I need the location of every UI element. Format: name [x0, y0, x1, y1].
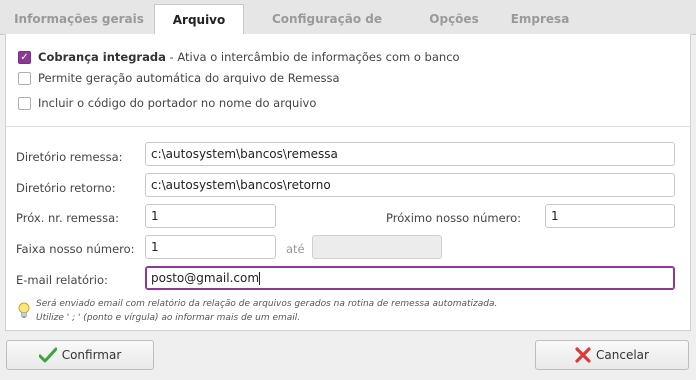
confirm-button[interactable]: Confirmar	[6, 340, 154, 370]
checkbox-checked-icon[interactable]: ✓	[18, 50, 31, 64]
text-cursor	[259, 272, 261, 285]
cobranca-label: - Ativa o intercâmbio de informações com…	[165, 50, 460, 64]
cancel-button[interactable]: Cancelar	[535, 340, 689, 370]
prox-nosso-numero-label: Próximo nosso número:	[386, 211, 522, 225]
cancel-label: Cancelar	[596, 348, 649, 362]
tab-opcoes[interactable]: Opções	[418, 4, 490, 34]
faixa-inicio-input[interactable]: 1	[145, 235, 276, 259]
close-icon	[575, 347, 591, 363]
tab-arquivo[interactable]: Arquivo	[154, 4, 244, 36]
tab-informacoes-gerais[interactable]: Informações gerais	[8, 4, 150, 34]
confirm-label: Confirmar	[61, 348, 122, 362]
ate-label: até	[286, 242, 305, 256]
hint-line-2: Utilize ' ; ' (ponto e vírgula) ao infor…	[36, 313, 301, 323]
email-label: E-mail relatório:	[16, 273, 108, 287]
lightbulb-icon	[18, 302, 30, 323]
portador-label: Incluir o código do portador no nome do …	[38, 96, 317, 110]
remessa-auto-label: Permite geração automática do arquivo de…	[38, 71, 340, 85]
tab-empresa[interactable]: Empresa	[500, 4, 580, 34]
dir-remessa-label: Diretório remessa:	[16, 150, 123, 164]
tab-bar: Informações gerais Arquivo Configuração …	[0, 0, 696, 56]
prox-nosso-numero-input[interactable]: 1	[545, 204, 675, 228]
faixa-label: Faixa nosso número:	[16, 242, 135, 256]
divider	[6, 126, 690, 127]
checkbox-cobranca-integrada[interactable]: ✓ Cobrança integrada - Ativa o intercâmb…	[18, 49, 460, 65]
checkbox-box[interactable]	[18, 96, 31, 110]
checkbox-box[interactable]	[18, 71, 31, 85]
cobranca-bold-label: Cobrança integrada	[38, 50, 166, 64]
email-value: posto@gmail.com	[151, 271, 260, 285]
prox-remessa-label: Próx. nr. remessa:	[16, 211, 120, 225]
faixa-fim-input[interactable]	[312, 235, 442, 259]
arquivo-panel: ✓ Cobrança integrada - Ativa o intercâmb…	[5, 34, 691, 331]
tab-configuracao-layout[interactable]: Configuração de layout	[250, 4, 404, 56]
hint-line-1: Será enviado email com relatório da rela…	[36, 299, 498, 309]
email-input[interactable]: posto@gmail.com	[145, 266, 675, 290]
prox-remessa-input[interactable]: 1	[145, 204, 276, 228]
dir-remessa-input[interactable]: c:\autosystem\bancos\remessa	[145, 142, 675, 166]
dir-retorno-input[interactable]: c:\autosystem\bancos\retorno	[145, 173, 675, 197]
dir-retorno-label: Diretório retorno:	[16, 181, 116, 195]
checkbox-codigo-portador[interactable]: Incluir o código do portador no nome do …	[18, 95, 316, 111]
checkmark-icon	[38, 347, 57, 363]
checkbox-remessa-automatica[interactable]: Permite geração automática do arquivo de…	[18, 70, 340, 86]
